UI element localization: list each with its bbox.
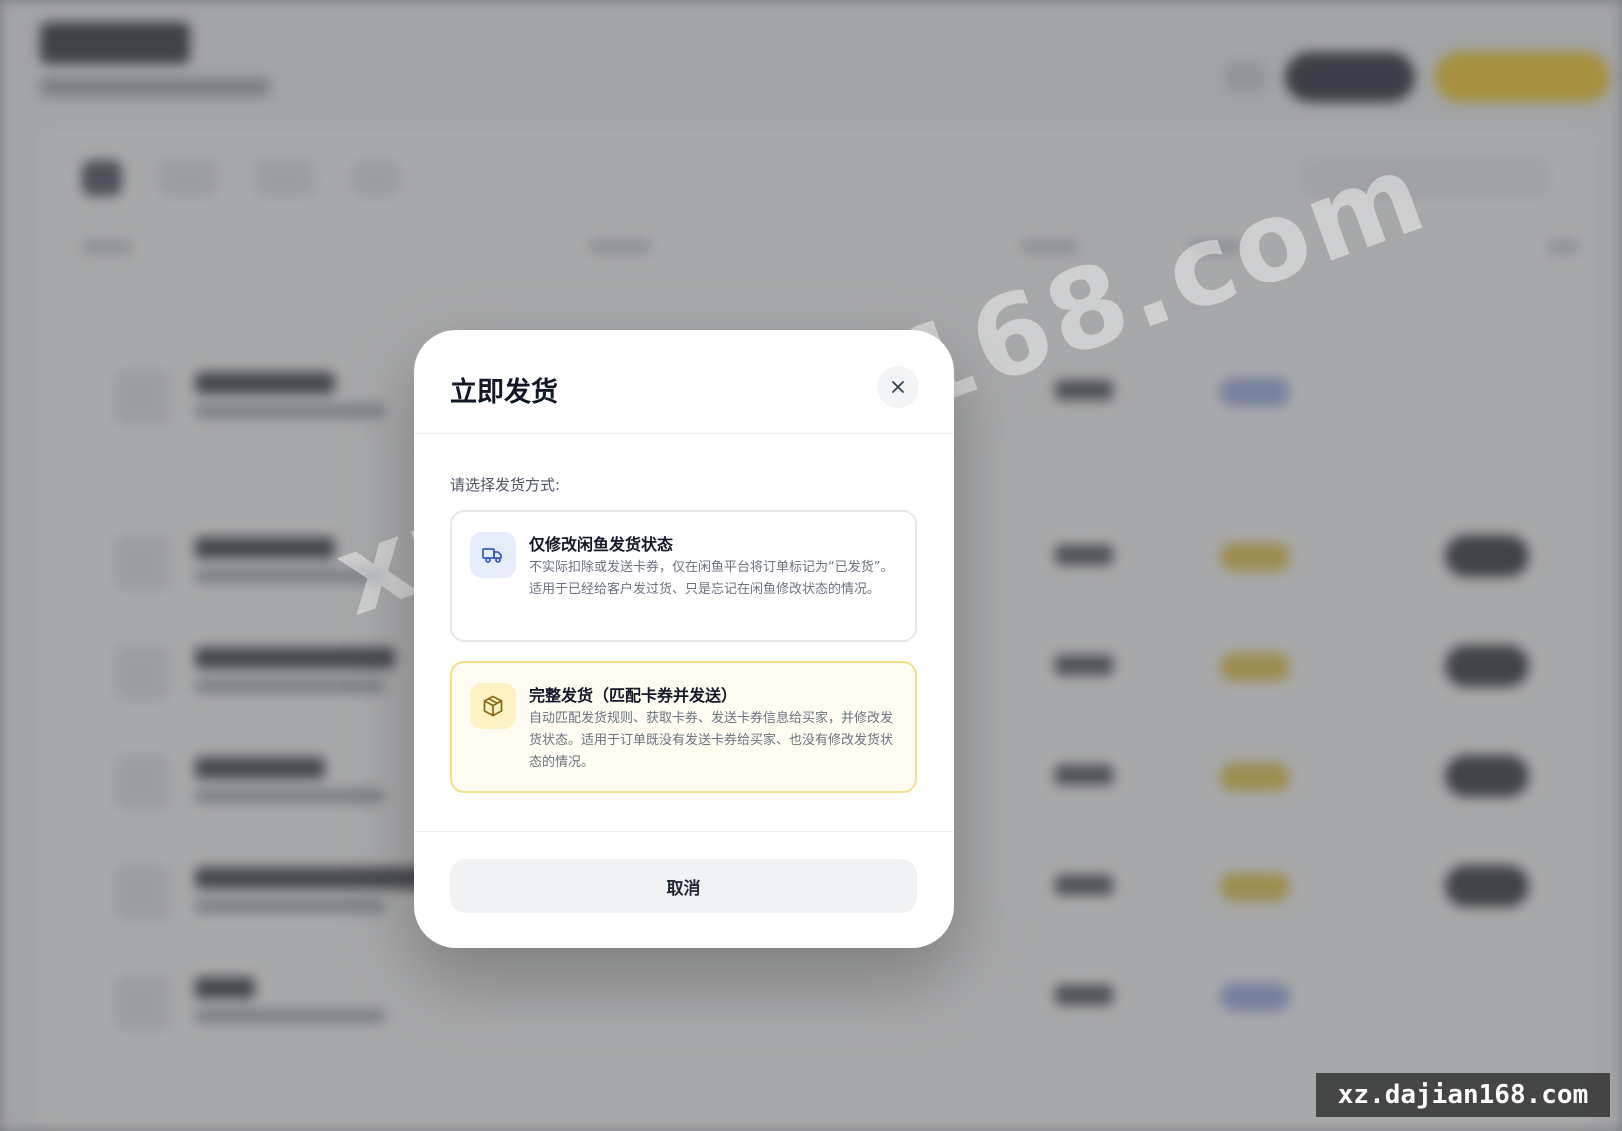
corner-watermark: xz.dajian168.com [1316, 1073, 1610, 1117]
dialog-footer: 取消 [414, 832, 954, 948]
option-title: 完整发货（匹配卡券并发送） [529, 686, 738, 705]
option-title: 仅修改闲鱼发货状态 [529, 535, 674, 554]
option-description: 自动匹配发货规则、获取卡券、发送卡券信息给买家，并修改发货状态。适用于订单既没有… [529, 711, 894, 770]
dialog-title: 立即发货 [450, 377, 558, 408]
option-description: 不实际扣除或发送卡券，仅在闲鱼平台将订单标记为“已发货”。适用于已经给客户发过货… [529, 560, 894, 597]
truck-icon [470, 532, 516, 578]
package-icon [470, 683, 516, 729]
option-mark-shipped-only[interactable]: 仅修改闲鱼发货状态 不实际扣除或发送卡券，仅在闲鱼平台将订单标记为“已发货”。适… [450, 510, 917, 642]
close-icon [892, 381, 904, 393]
option-full-shipment[interactable]: 完整发货（匹配卡券并发送） 自动匹配发货规则、获取卡券、发送卡券信息给买家，并修… [450, 661, 917, 793]
close-button[interactable] [877, 366, 919, 408]
shipping-method-prompt: 请选择发货方式: [450, 476, 561, 494]
dialog-body: 请选择发货方式: 仅修改闲鱼发货状态 不实际扣除或发送卡券，仅在闲鱼平台将订单标… [414, 434, 954, 832]
cancel-button[interactable]: 取消 [450, 859, 917, 913]
dialog-header: 立即发货 [414, 330, 954, 434]
ship-now-dialog: 立即发货 请选择发货方式: 仅修改闲鱼发货状态 不实际扣除或发送卡券，仅在闲鱼平… [414, 330, 954, 948]
